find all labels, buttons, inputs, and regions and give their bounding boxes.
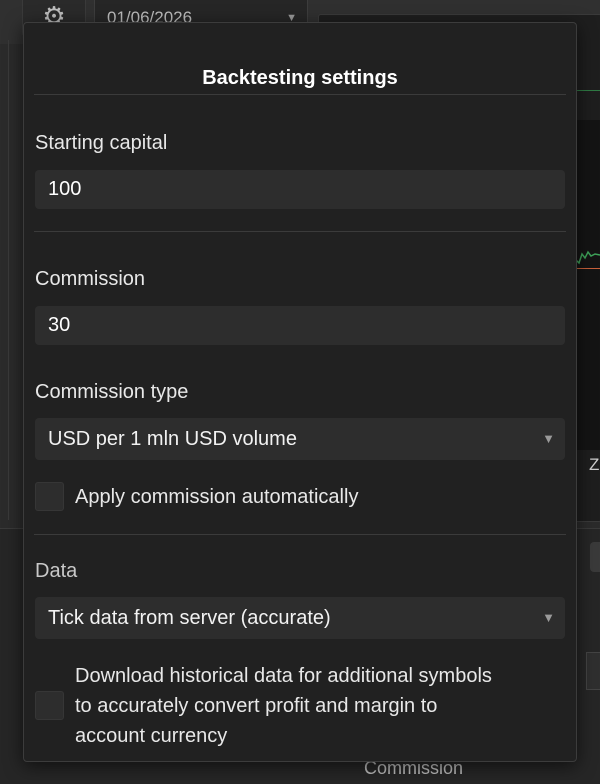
chart-axis-label: Z bbox=[589, 455, 600, 474]
left-panel-frame bbox=[8, 40, 23, 520]
commission-input[interactable]: 30 bbox=[35, 306, 565, 345]
commission-type-select[interactable]: USD per 1 mln USD volume ▼ bbox=[35, 418, 565, 460]
divider bbox=[34, 94, 566, 95]
divider bbox=[34, 231, 566, 232]
download-historical-data-checkbox[interactable] bbox=[35, 691, 64, 720]
popup-title: Backtesting settings bbox=[202, 67, 398, 89]
commission-label: Commission bbox=[35, 268, 146, 290]
data-source-select[interactable]: Tick data from server (accurate) ▼ bbox=[35, 597, 565, 639]
divider bbox=[34, 534, 566, 535]
apply-commission-checkbox[interactable] bbox=[35, 482, 64, 511]
chevron-down-icon: ▼ bbox=[542, 431, 555, 446]
chevron-down-icon: ▼ bbox=[542, 610, 555, 625]
download-label-line-1: Download historical data for additional … bbox=[75, 665, 492, 687]
data-source-value: Tick data from server (accurate) bbox=[48, 607, 331, 629]
backtesting-settings-popup: Backtesting settings Starting capital 10… bbox=[23, 22, 577, 762]
commission-type-label: Commission type bbox=[35, 381, 189, 403]
data-label: Data bbox=[35, 560, 78, 582]
bottom-panel-button[interactable] bbox=[590, 542, 600, 572]
starting-capital-label: Starting capital bbox=[35, 132, 168, 154]
apply-commission-label[interactable]: Apply commission automatically bbox=[75, 482, 565, 512]
starting-capital-input[interactable]: 100 bbox=[35, 170, 565, 209]
commission-type-value: USD per 1 mln USD volume bbox=[48, 428, 297, 450]
download-historical-data-label[interactable]: Download historical data for additional … bbox=[75, 661, 565, 751]
download-label-line-2: to accurately convert profit and margin … bbox=[75, 695, 438, 717]
download-label-line-3: account currency bbox=[75, 725, 228, 747]
bottom-panel-tab[interactable] bbox=[586, 652, 600, 690]
